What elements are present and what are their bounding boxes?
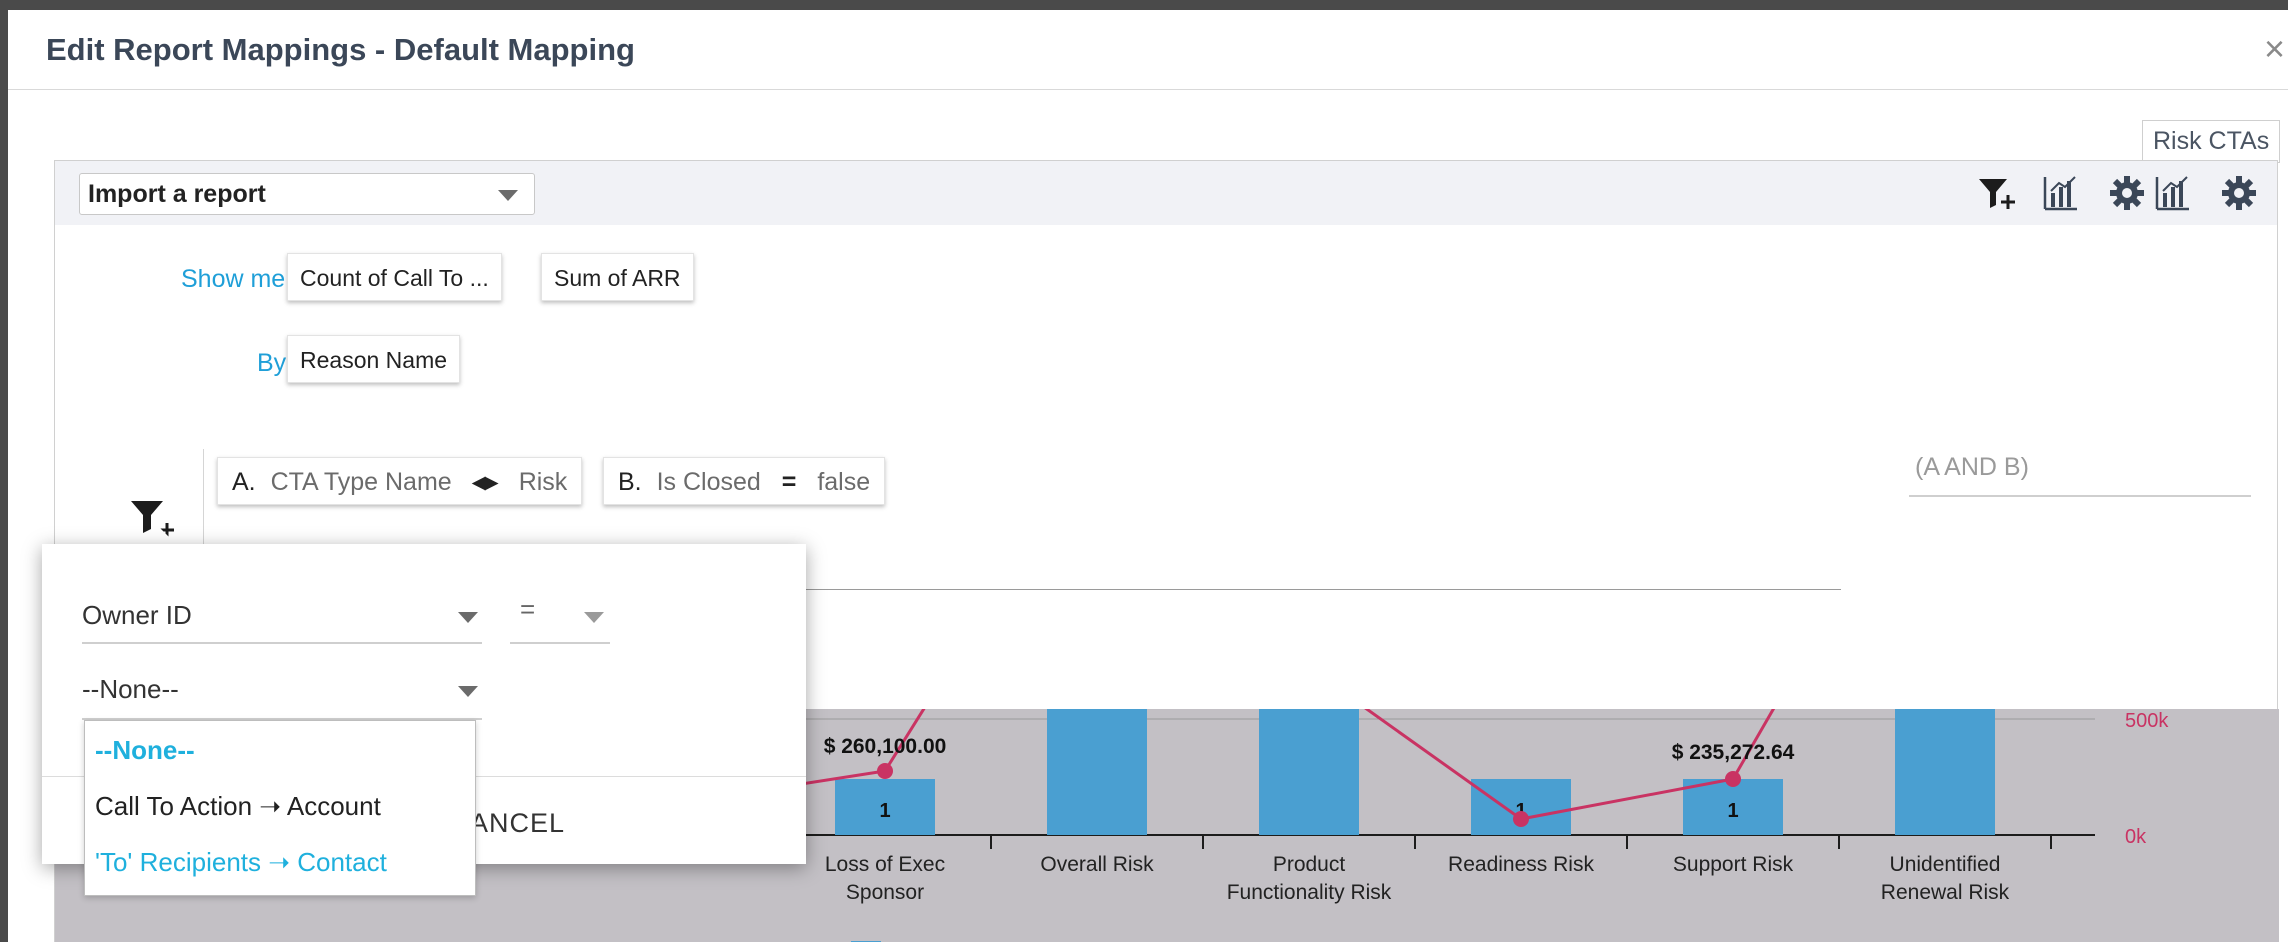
equals-operator: =	[781, 468, 797, 496]
bar-data-label: 1	[1727, 800, 1738, 822]
y2-tick-label: 0k	[2125, 826, 2147, 848]
chart-name-tag[interactable]: Risk CTAs	[2142, 120, 2281, 163]
modal-title: Edit Report Mappings - Default Mapping	[46, 32, 635, 67]
import-report-label: Import a report	[88, 180, 266, 208]
bar	[1895, 675, 1995, 835]
value-dropdown-list: --None-- Call To Action ➝ Account 'To' R…	[84, 720, 476, 896]
filter-field-label: Owner ID	[82, 600, 192, 630]
add-filter-icon[interactable]	[1977, 173, 2017, 213]
x-tick-label: Overall Risk	[1040, 853, 1154, 876]
chevron-down-icon	[498, 190, 518, 201]
not-equals-operator: ◂▸	[472, 468, 498, 496]
dropdown-option-none[interactable]: --None--	[95, 735, 195, 766]
bar-data-label: 1	[879, 800, 890, 822]
gear-icon[interactable]	[2107, 173, 2147, 213]
dimension-chip-reason-name[interactable]: Reason Name	[287, 335, 461, 383]
dropdown-option-contact[interactable]: 'To' Recipients ➝ Contact	[95, 847, 387, 878]
y2-tick-label: 500k	[2125, 710, 2169, 732]
line-data-label: $ 235,272.64	[1672, 741, 1795, 764]
line-point	[877, 763, 893, 779]
bar	[1047, 675, 1147, 835]
filter-letter: A.	[232, 468, 256, 496]
measure-chip-sum-arr[interactable]: Sum of ARR	[541, 253, 694, 301]
x-tick-label: Product Functionality Risk	[1227, 853, 1392, 904]
x-tick-label: Unidentified Renewal Risk	[1881, 853, 2010, 904]
show-me-label: Show me:	[181, 265, 293, 293]
line-point	[1725, 771, 1741, 787]
operator-label: =	[520, 594, 536, 624]
report-toolbar: Import a report	[55, 161, 2277, 225]
modal-header: Edit Report Mappings - Default Mapping ×	[8, 10, 2288, 90]
close-icon[interactable]: ×	[2264, 28, 2285, 70]
x-tick-label: Readiness Risk	[1448, 853, 1594, 876]
measure-chip-count[interactable]: Count of Call To ...	[287, 253, 502, 301]
filter-letter: B.	[618, 468, 642, 496]
line-data-label: $ 260,100.00	[824, 735, 947, 758]
line-point	[1513, 811, 1529, 827]
x-tick-label: Support Risk	[1673, 853, 1794, 876]
chevron-down-icon	[458, 686, 478, 697]
filter-value-select[interactable]: --None--	[82, 668, 482, 720]
chart-type-icon[interactable]	[2041, 173, 2081, 213]
import-report-select[interactable]: Import a report	[79, 173, 535, 215]
x-tick-label: Loss of Exec Sponsor	[825, 853, 945, 904]
chevron-down-icon	[458, 612, 478, 623]
gear-icon[interactable]	[2219, 173, 2259, 213]
operator-select[interactable]: =	[510, 594, 610, 644]
filter-value: Risk	[518, 468, 568, 496]
filter-chip-b[interactable]: B. Is Closed = false	[603, 457, 886, 505]
filter-field-select[interactable]: Owner ID	[82, 594, 482, 644]
filter-chip-a[interactable]: A. CTA Type Name ◂▸ Risk	[217, 457, 583, 505]
cancel-button[interactable]: ANCEL	[470, 808, 565, 839]
filter-value: false	[817, 468, 871, 496]
filter-field: Is Closed	[656, 468, 761, 496]
dropdown-option-account[interactable]: Call To Action ➝ Account	[95, 791, 381, 822]
bar	[1259, 675, 1359, 835]
filter-field: CTA Type Name	[270, 468, 452, 496]
chart-type-icon[interactable]	[2153, 173, 2193, 213]
filter-value-label: --None--	[82, 674, 179, 704]
filter-logic-input[interactable]: (A AND B)	[1909, 453, 2251, 497]
chevron-down-icon	[584, 612, 604, 623]
